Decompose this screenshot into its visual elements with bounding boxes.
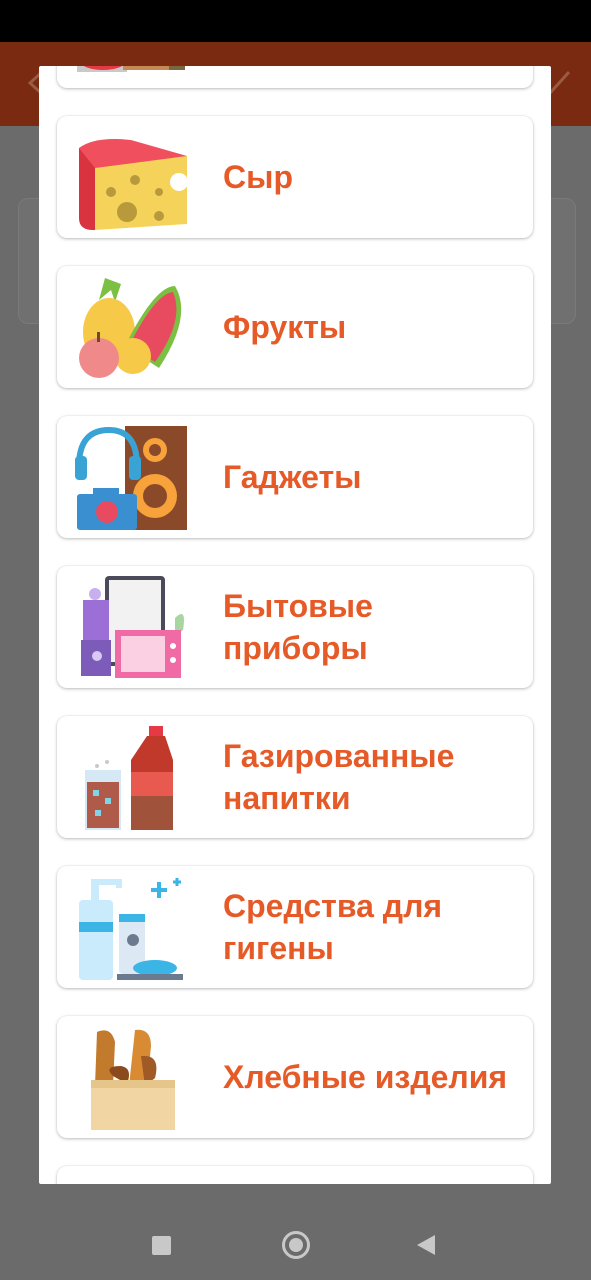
category-label: Средства для гигены bbox=[223, 888, 443, 966]
category-card-fruits[interactable]: Фрукты bbox=[57, 266, 533, 388]
category-card-gadgets[interactable]: Гаджеты bbox=[57, 416, 533, 538]
status-bar bbox=[0, 0, 591, 42]
category-label: Бытовые приборы bbox=[223, 588, 373, 666]
category-card-partial-bottom[interactable] bbox=[57, 1166, 533, 1184]
category-label: Хлебные изделия bbox=[223, 1059, 508, 1095]
recents-button[interactable] bbox=[152, 1236, 171, 1255]
category-card-hygiene[interactable]: Средства для гигены bbox=[57, 866, 533, 988]
category-dialog: Сыр Фрукты Гаджеты Бытовые приборы Газир… bbox=[39, 66, 551, 1184]
gadgets-icon bbox=[75, 426, 187, 530]
category-label: Сыр bbox=[223, 159, 293, 195]
bread-icon bbox=[91, 1029, 175, 1130]
cheese-icon bbox=[79, 139, 187, 230]
category-card-bread[interactable]: Хлебные изделия bbox=[57, 1016, 533, 1138]
category-card-partial-top[interactable] bbox=[57, 66, 533, 88]
soda-icon bbox=[85, 726, 173, 830]
category-label: Гаджеты bbox=[223, 459, 362, 495]
category-card-appliances[interactable]: Бытовые приборы bbox=[57, 566, 533, 688]
category-card-soda[interactable]: Газированные напитки bbox=[57, 716, 533, 838]
hygiene-icon bbox=[79, 878, 183, 980]
food-icon bbox=[77, 66, 185, 72]
category-label: Фрукты bbox=[223, 309, 347, 345]
home-button[interactable] bbox=[282, 1231, 310, 1259]
category-card-cheese[interactable]: Сыр bbox=[57, 116, 533, 238]
fruits-icon bbox=[79, 278, 182, 378]
category-label: Газированные напитки bbox=[223, 738, 455, 816]
appliances-icon bbox=[81, 576, 184, 678]
system-nav-bar bbox=[0, 1200, 591, 1280]
nav-back-button[interactable] bbox=[417, 1235, 435, 1255]
